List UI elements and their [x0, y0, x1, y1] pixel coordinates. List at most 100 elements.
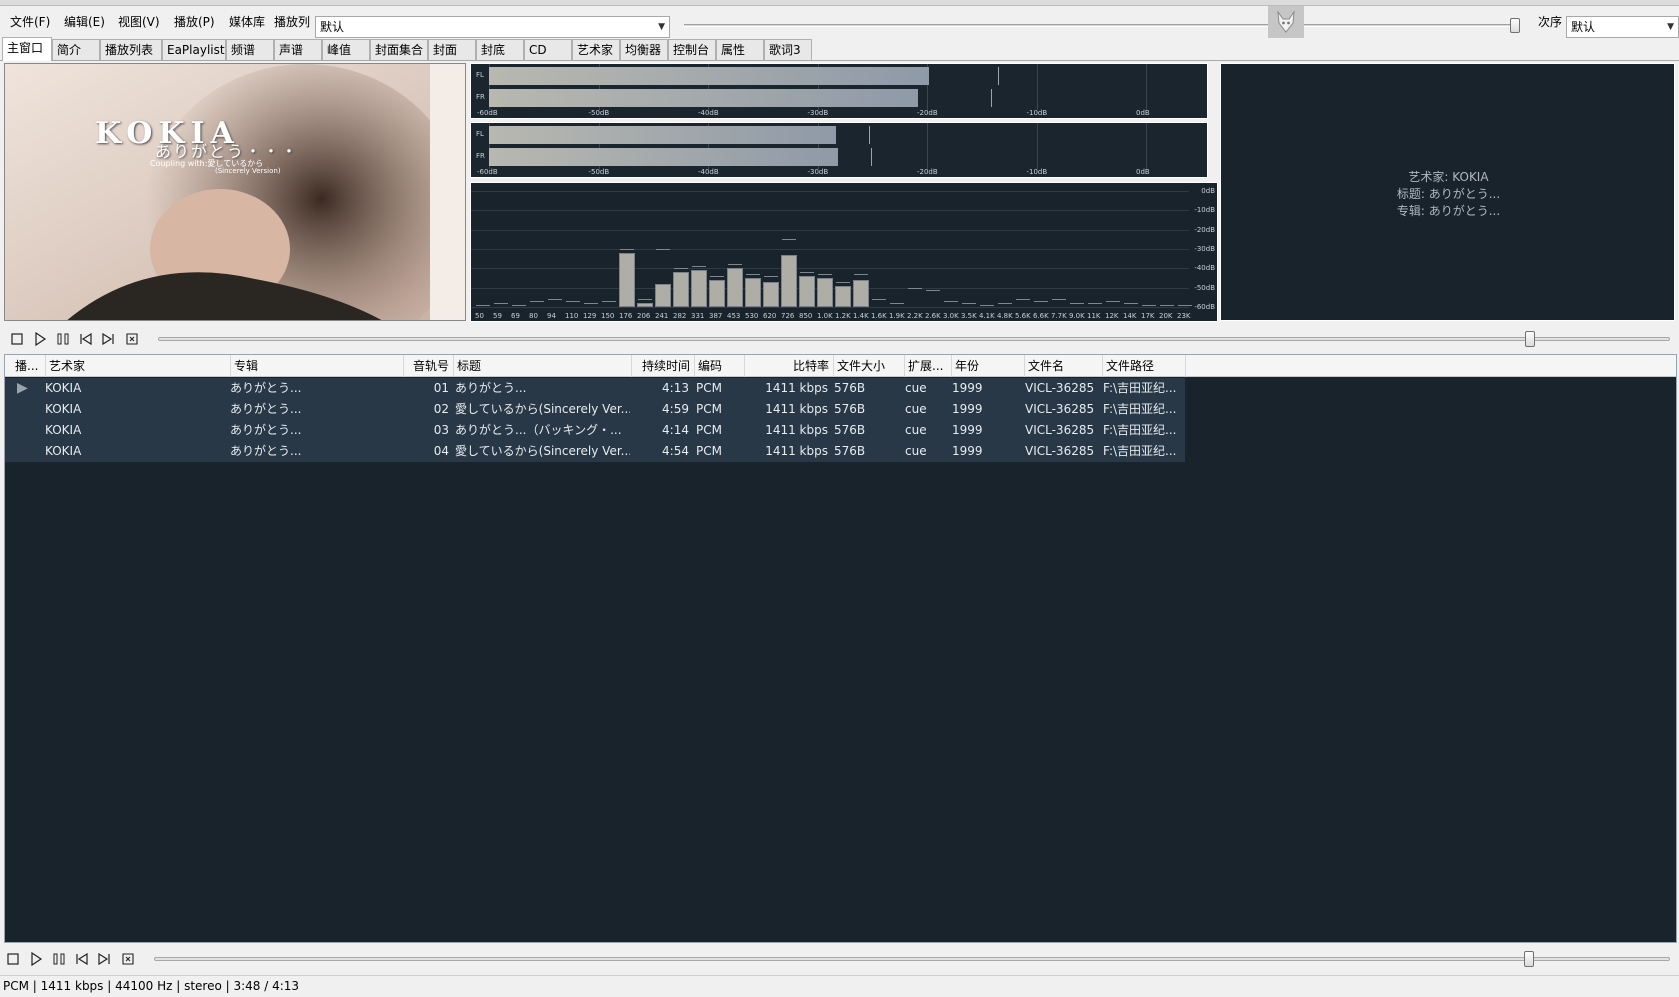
column-header-0[interactable]: 播...	[12, 355, 46, 377]
meter-tick-label: -50dB	[588, 168, 610, 176]
spectrum-peak	[962, 303, 976, 305]
menu-library[interactable]: 媒体库	[225, 13, 269, 31]
volume-thumb[interactable]	[1510, 18, 1520, 33]
column-header-8[interactable]: 文件大小	[834, 355, 905, 377]
table-row[interactable]: KOKIA ありがとう... 03 ありがとう...（バッキング・... 4:14 PCM…	[5, 420, 1185, 441]
playlist-selector[interactable]: 默认 ▼	[315, 16, 670, 38]
cell-year: 1999	[952, 444, 983, 458]
tab-13[interactable]: 控制台	[668, 39, 716, 60]
spectrum-peak	[998, 303, 1012, 305]
stop-icon[interactable]	[9, 331, 25, 347]
next-icon[interactable]	[96, 951, 112, 967]
spectrum-peak	[548, 299, 562, 301]
tab-14[interactable]: 属性	[716, 39, 764, 60]
column-header-5[interactable]: 持续时间	[632, 355, 695, 377]
tab-1[interactable]: 简介	[52, 39, 100, 60]
menu-playback[interactable]: 播放(P)	[170, 13, 219, 31]
spectrum-freq-label: 3.5K	[961, 312, 977, 320]
level-bar-fr	[489, 89, 919, 107]
table-row[interactable]: KOKIA ありがとう... 02 愛しているから(Sincerely Ver... 4…	[5, 399, 1185, 420]
seek-track-bottom	[154, 957, 1670, 961]
spectrum-freq-label: 850	[799, 312, 813, 320]
meter-tick-label: -60dB	[477, 168, 498, 176]
tab-4[interactable]: 频谱	[226, 39, 274, 60]
play-icon[interactable]	[32, 331, 48, 347]
tab-0[interactable]: 主窗口	[2, 37, 52, 61]
previous-icon[interactable]	[74, 951, 90, 967]
tab-5[interactable]: 声谱	[274, 39, 322, 60]
column-header-7[interactable]: 比特率	[745, 355, 834, 377]
play-icon[interactable]	[28, 951, 44, 967]
pause-icon[interactable]	[55, 331, 71, 347]
table-row[interactable]: KOKIA ありがとう... 04 愛しているから(Sincerely Ver... 4…	[5, 441, 1185, 462]
seek-bar-bottom[interactable]	[154, 951, 1670, 967]
seek-thumb-bottom[interactable]	[1524, 951, 1535, 967]
table-row[interactable]: ▶ KOKIA ありがとう... 01 ありがとう... 4:13 PCM 1411 kbps…	[5, 378, 1185, 399]
cell-artist: KOKIA	[45, 402, 82, 416]
spectrum-gridline	[471, 307, 1189, 308]
meter-tick-label: -40dB	[698, 109, 719, 117]
column-header-9[interactable]: 扩展...	[905, 355, 952, 377]
meter-tick-label: -10dB	[1026, 109, 1048, 117]
spectrum-bar	[835, 285, 851, 307]
column-header-2[interactable]: 专辑	[231, 355, 404, 377]
peak-marker-fr	[990, 89, 992, 107]
spectrum-bar	[763, 281, 779, 307]
tab-15[interactable]: 歌词3	[764, 39, 812, 60]
volume-track	[684, 24, 1520, 27]
random-icon[interactable]	[120, 951, 136, 967]
cell-bitrate: 1411 kbps	[765, 444, 828, 458]
spectrum-freq-label: 282	[673, 312, 687, 320]
column-header-12[interactable]: 文件路径	[1103, 355, 1186, 377]
column-header-3[interactable]: 音轨号	[404, 355, 454, 377]
menu-view[interactable]: 视图(V)	[114, 13, 164, 31]
previous-icon[interactable]	[78, 331, 94, 347]
cell-bitrate: 1411 kbps	[765, 381, 828, 395]
tab-8[interactable]: 封面	[428, 39, 476, 60]
random-icon[interactable]	[124, 331, 140, 347]
spectrum-freq-label: 387	[709, 312, 723, 320]
fox-logo-icon	[1277, 10, 1295, 33]
next-icon[interactable]	[100, 331, 116, 347]
spectrum-freq-label: 2.6K	[925, 312, 941, 320]
column-header-4[interactable]: 标题	[454, 355, 632, 377]
cell-artist: KOKIA	[45, 381, 82, 395]
tab-10[interactable]: CD	[524, 39, 572, 60]
meter-gridline	[1146, 64, 1147, 110]
cell-title: 愛しているから(Sincerely Ver...	[455, 444, 630, 458]
spectrum-peak	[710, 276, 724, 278]
spectrum-gridline	[471, 229, 1189, 231]
tab-11[interactable]: 艺术家	[572, 39, 620, 60]
menu-file[interactable]: 文件(F)	[6, 13, 54, 31]
level-bar-fr	[489, 148, 839, 166]
cell-codec: PCM	[696, 402, 722, 416]
seek-thumb-top[interactable]	[1524, 331, 1535, 347]
transport-bar-top	[0, 324, 1679, 354]
cell-ext: cue	[905, 402, 927, 416]
tab-3[interactable]: EaPlaylist	[162, 39, 226, 60]
column-header-10[interactable]: 年份	[952, 355, 1025, 377]
spectrum-analyzer: 0dB -10dB -20dB -30dB -40dB -50dB -60dB 50 59 69 8…	[470, 182, 1218, 322]
column-header-1[interactable]: 艺术家	[46, 355, 231, 377]
playlist-header: 播... 艺术家 专辑 音轨号 标题 持续时间 编码 比特率 文件大小 扩展... 年份 文件名 文件路…	[5, 355, 1676, 377]
seek-bar-top[interactable]	[158, 331, 1670, 347]
stop-icon[interactable]	[5, 951, 21, 967]
cell-duration: 4:54	[662, 444, 689, 458]
tab-12[interactable]: 均衡器	[620, 39, 668, 60]
spectrum-freq-label: 1.4K	[853, 312, 869, 320]
column-header-11[interactable]: 文件名	[1025, 355, 1103, 377]
tab-2[interactable]: 播放列表	[100, 39, 162, 60]
volume-slider[interactable]	[684, 18, 1520, 33]
spectrum-freq-label: 5.6K	[1015, 312, 1031, 320]
spectrum-peak	[530, 301, 544, 303]
spectrum-peak	[656, 249, 670, 250]
pause-icon[interactable]	[51, 951, 67, 967]
meter-gridline	[1146, 123, 1147, 169]
order-selector[interactable]: 默认 ▼	[1566, 16, 1679, 38]
spectrum-peak	[728, 264, 742, 266]
tab-7[interactable]: 封面集合	[370, 39, 428, 60]
tab-9[interactable]: 封底	[476, 39, 524, 60]
column-header-6[interactable]: 编码	[695, 355, 745, 377]
menu-edit[interactable]: 编辑(E)	[60, 13, 109, 31]
tab-6[interactable]: 峰值	[322, 39, 370, 60]
